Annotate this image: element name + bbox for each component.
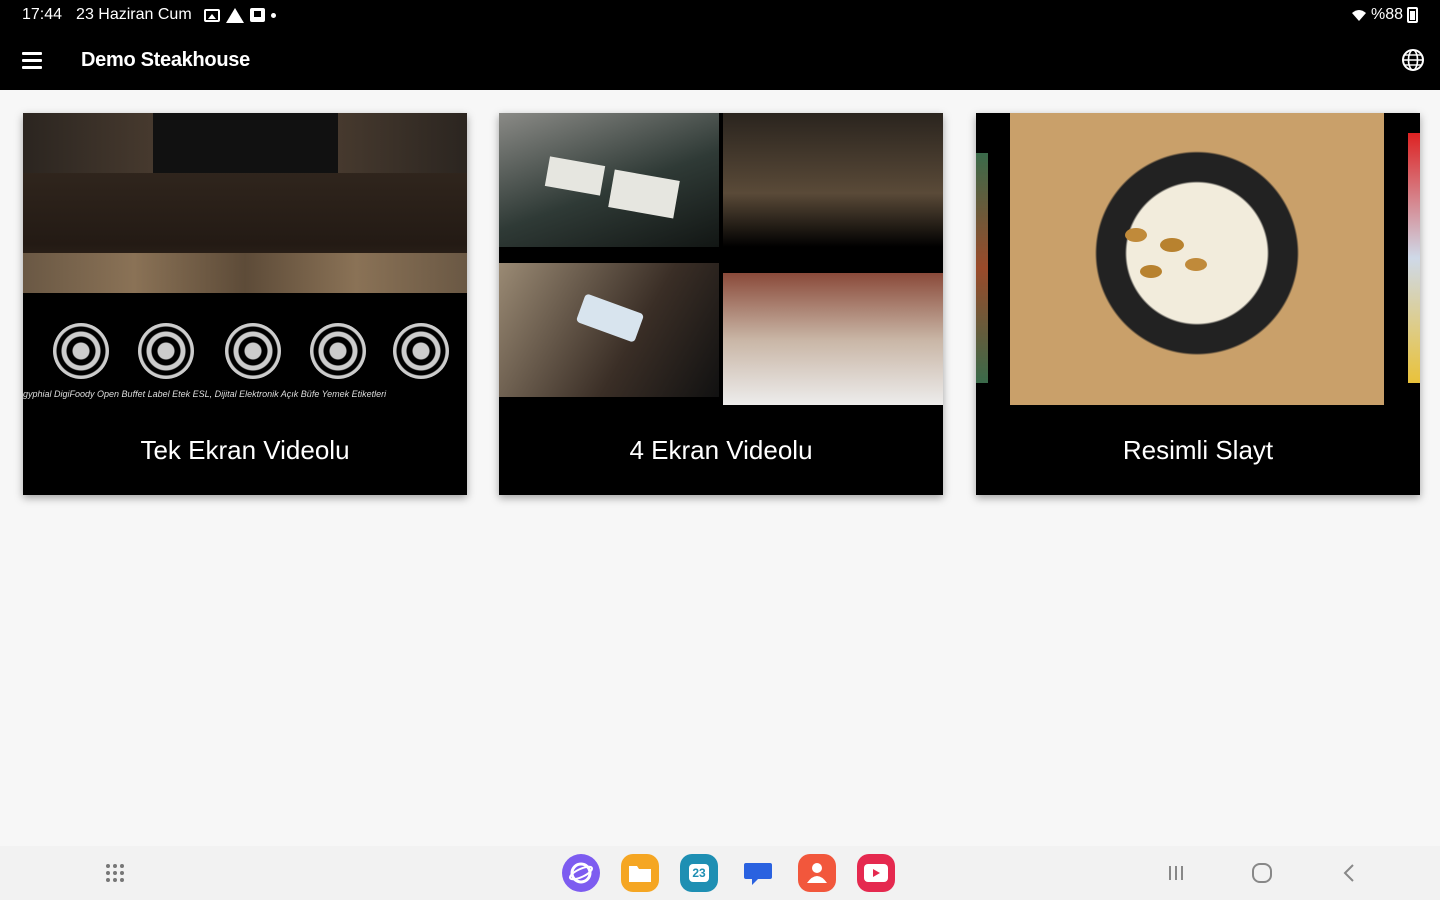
globe-icon bbox=[1402, 49, 1424, 71]
samsung-internet-icon[interactable] bbox=[562, 854, 600, 892]
ring-logo-row: gyphial DigiFoody Open Buffet Label Etek… bbox=[23, 293, 467, 405]
card-resimli-slayt[interactable]: Resimli Slayt bbox=[976, 113, 1420, 495]
app-drawer-icon[interactable] bbox=[104, 862, 126, 884]
mushroom-soup-image bbox=[1010, 113, 1384, 405]
ring-icon bbox=[225, 323, 281, 379]
esl-shelf-image bbox=[499, 113, 719, 247]
four-screen-preview bbox=[499, 113, 943, 405]
ticker-text: gyphial DigiFoody Open Buffet Label Etek… bbox=[23, 389, 387, 399]
my-files-icon[interactable] bbox=[621, 854, 659, 892]
restaurant-dining-image bbox=[723, 273, 943, 405]
ring-icon bbox=[310, 323, 366, 379]
language-button[interactable] bbox=[1386, 30, 1440, 90]
ring-icon bbox=[53, 323, 109, 379]
ring-icon bbox=[138, 323, 194, 379]
phone-hand-image bbox=[499, 263, 719, 397]
back-icon[interactable] bbox=[1334, 858, 1364, 888]
messages-icon[interactable] bbox=[739, 854, 777, 892]
card-thumbnail bbox=[976, 113, 1420, 405]
hamburger-menu-icon bbox=[22, 50, 42, 71]
gallery-icon bbox=[203, 8, 220, 22]
battery-icon bbox=[1407, 7, 1418, 23]
status-date: 23 Haziran Cum bbox=[76, 6, 192, 23]
app-bar: Demo Steakhouse bbox=[0, 30, 1440, 90]
card-thumbnail bbox=[499, 113, 943, 405]
card-thumbnail: gyphial DigiFoody Open Buffet Label Etek… bbox=[23, 113, 467, 405]
app-icon bbox=[249, 8, 265, 22]
side-slide-edge bbox=[1408, 133, 1420, 383]
calendar-icon[interactable]: 23 bbox=[680, 854, 718, 892]
dot-icon bbox=[270, 12, 276, 18]
warning-icon bbox=[225, 7, 244, 23]
youtube-icon[interactable] bbox=[857, 854, 895, 892]
ring-icon bbox=[393, 323, 449, 379]
buffet-image bbox=[723, 113, 943, 247]
taskbar: 23 bbox=[0, 846, 1440, 900]
dock: 23 bbox=[562, 854, 895, 892]
card-tek-ekran-videolu[interactable]: gyphial DigiFoody Open Buffet Label Etek… bbox=[23, 113, 467, 495]
card-label: Resimli Slayt bbox=[1122, 434, 1274, 465]
card-label: Tek Ekran Videolu bbox=[140, 434, 350, 465]
home-icon[interactable] bbox=[1247, 858, 1277, 888]
card-4-ekran-videolu[interactable]: 4 Ekran Videolu bbox=[499, 113, 943, 495]
status-bar: 17:44 23 Haziran Cum %88 bbox=[0, 0, 1440, 30]
contacts-icon[interactable] bbox=[798, 854, 836, 892]
card-label: 4 Ekran Videolu bbox=[629, 434, 813, 465]
menu-button[interactable] bbox=[0, 30, 64, 90]
status-time: 17:44 bbox=[22, 6, 63, 23]
battery-percent: %88 bbox=[1370, 6, 1403, 23]
app-title: Demo Steakhouse bbox=[81, 48, 250, 71]
side-slide-edge bbox=[976, 153, 988, 383]
recents-icon[interactable] bbox=[1161, 858, 1191, 888]
wifi-icon bbox=[1351, 10, 1366, 21]
